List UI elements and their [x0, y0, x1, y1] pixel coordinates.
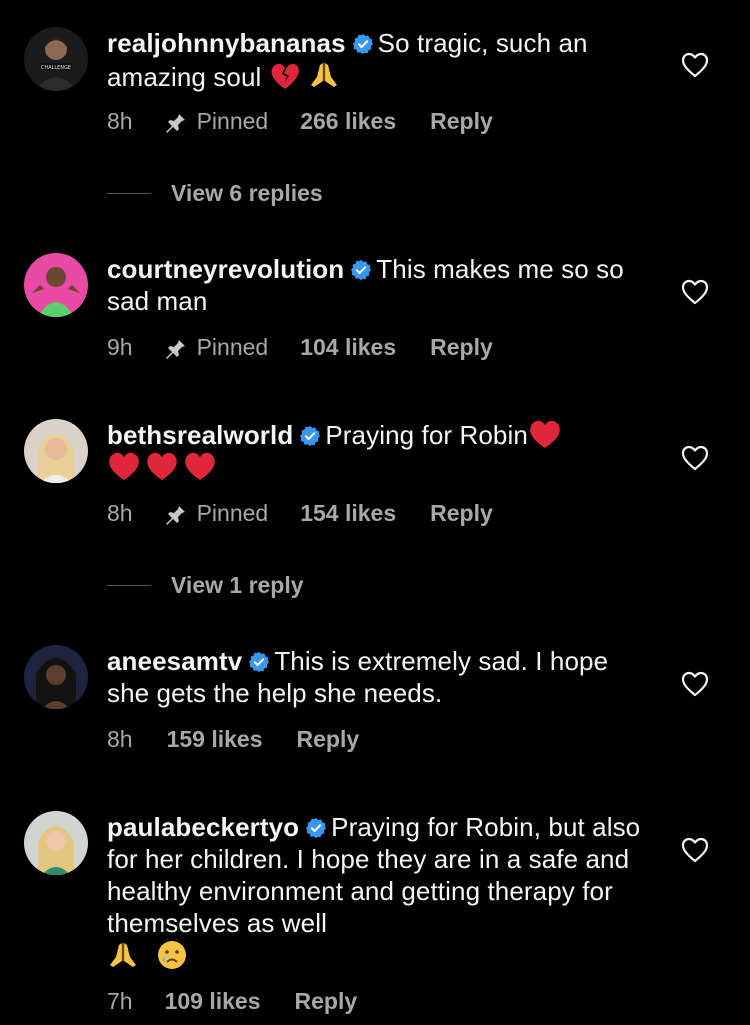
comment-time: 7h	[107, 988, 133, 1014]
crying-face-emoji	[158, 941, 187, 969]
reply-button[interactable]: Reply	[430, 334, 493, 361]
replies-divider	[107, 193, 151, 194]
likes-count[interactable]: 109 likes	[165, 988, 261, 1015]
heart-outline-icon[interactable]	[681, 52, 709, 78]
comment-time: 8h	[107, 108, 133, 134]
view-replies-button[interactable]: View 1 reply	[107, 572, 304, 599]
username[interactable]: bethsrealworld	[107, 420, 293, 450]
replies-divider	[107, 585, 151, 586]
heart-outline-icon[interactable]	[681, 837, 709, 863]
likes-count[interactable]: 104 likes	[300, 334, 396, 361]
comment-realjohnnybananas: CHALLENGE realjohnnybananas So tragic, su…	[0, 0, 750, 160]
heart-outline-icon[interactable]	[681, 445, 709, 471]
red-heart-emoji	[147, 452, 177, 480]
red-heart-emoji	[109, 452, 139, 480]
folded-hands-emoji	[110, 943, 136, 967]
pinned-label: Pinned	[196, 334, 269, 360]
avatar-paulabeckertyo[interactable]	[24, 811, 88, 875]
avatar-courtneyrevolution[interactable]	[24, 253, 88, 317]
heart-outline-icon[interactable]	[681, 279, 709, 305]
pin-icon	[165, 337, 185, 359]
pin-icon	[165, 503, 185, 525]
broken-heart-emoji	[271, 63, 299, 89]
comment-aneesamtv: aneesamtv This is extremely sad. I hope s…	[0, 645, 750, 765]
view-replies-label[interactable]: View 1 reply	[171, 572, 304, 599]
verified-badge-icon	[306, 817, 327, 839]
username[interactable]: realjohnnybananas	[107, 28, 346, 58]
verified-badge-icon	[300, 425, 321, 447]
comment-time: 8h	[107, 500, 133, 526]
comment-time: 9h	[107, 334, 133, 360]
reply-button[interactable]: Reply	[430, 500, 493, 527]
reply-button[interactable]: Reply	[430, 108, 493, 135]
svg-text:CHALLENGE: CHALLENGE	[41, 65, 71, 71]
comment-text: Praying for Robin	[325, 420, 528, 450]
verified-badge-icon	[351, 259, 372, 281]
likes-count[interactable]: 154 likes	[300, 500, 396, 527]
view-replies-button[interactable]: View 6 replies	[107, 180, 323, 207]
verified-badge-icon	[352, 33, 373, 55]
username[interactable]: paulabeckertyo	[107, 812, 299, 842]
red-heart-emoji	[530, 420, 560, 448]
comment-paulabeckertyo: paulabeckertyo Praying for Robin, but als…	[0, 811, 750, 1025]
reply-button[interactable]: Reply	[295, 988, 358, 1015]
comment-courtneyrevolution: courtneyrevolution This makes me so so sa…	[0, 253, 750, 383]
view-replies-label[interactable]: View 6 replies	[171, 180, 323, 207]
avatar-realjohnnybananas[interactable]: CHALLENGE	[24, 27, 88, 91]
username[interactable]: aneesamtv	[107, 646, 242, 676]
username[interactable]: courtneyrevolution	[107, 254, 344, 284]
likes-count[interactable]: 266 likes	[300, 108, 396, 135]
pin-icon	[165, 111, 185, 133]
likes-count[interactable]: 159 likes	[167, 726, 263, 753]
folded-hands-emoji	[311, 63, 338, 87]
pinned-label: Pinned	[196, 500, 269, 526]
reply-button[interactable]: Reply	[297, 726, 360, 753]
pinned-label: Pinned	[196, 108, 269, 134]
avatar-bethsrealworld[interactable]	[24, 419, 88, 483]
verified-badge-icon	[249, 651, 270, 673]
heart-outline-icon[interactable]	[681, 671, 709, 697]
comment-time: 8h	[107, 726, 133, 752]
red-heart-emoji	[185, 452, 215, 480]
avatar-aneesamtv[interactable]	[24, 645, 88, 709]
comment-bethsrealworld: bethsrealworld Praying for Robin 8h Pinne…	[0, 419, 750, 549]
